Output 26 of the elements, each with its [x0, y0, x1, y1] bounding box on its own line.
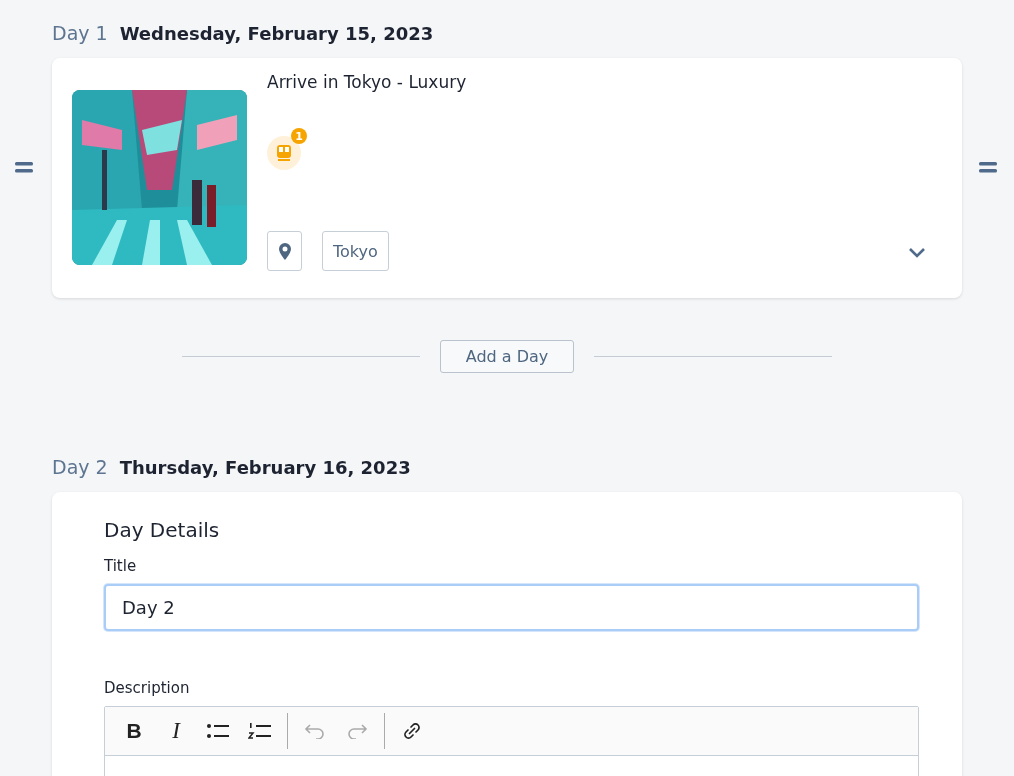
location-button[interactable] — [267, 231, 302, 271]
day-date: Thursday, February 16, 2023 — [119, 457, 411, 478]
field-label: Description — [104, 679, 191, 697]
section-title: Day Details — [104, 518, 221, 542]
train-icon — [275, 144, 293, 162]
map-pin-icon — [278, 242, 291, 260]
day-label: Day 2 — [52, 456, 108, 478]
italic-button[interactable]: I — [157, 713, 195, 749]
location-tag[interactable]: Tokyo — [322, 231, 389, 271]
drag-handle-icon[interactable] — [15, 162, 33, 174]
undo-icon — [304, 723, 326, 739]
bold-button[interactable]: B — [115, 713, 153, 749]
redo-icon — [346, 723, 368, 739]
numbered-list-icon — [248, 722, 272, 740]
field-label: Title — [104, 557, 138, 575]
title-input[interactable]: Day 2 — [104, 584, 919, 631]
description-editor[interactable]: B I — [104, 706, 919, 776]
bullet-list-icon — [206, 723, 230, 739]
count-badge: 1 — [291, 128, 307, 144]
day-label: Day 1 — [52, 22, 108, 44]
activity-title: Arrive in Tokyo - Luxury — [267, 72, 468, 92]
expand-button[interactable] — [908, 246, 926, 258]
add-day-button[interactable]: Add a Day — [439, 339, 575, 373]
day-date: Wednesday, February 15, 2023 — [119, 23, 434, 44]
drag-handle-icon[interactable] — [979, 162, 997, 174]
link-icon — [402, 721, 422, 741]
